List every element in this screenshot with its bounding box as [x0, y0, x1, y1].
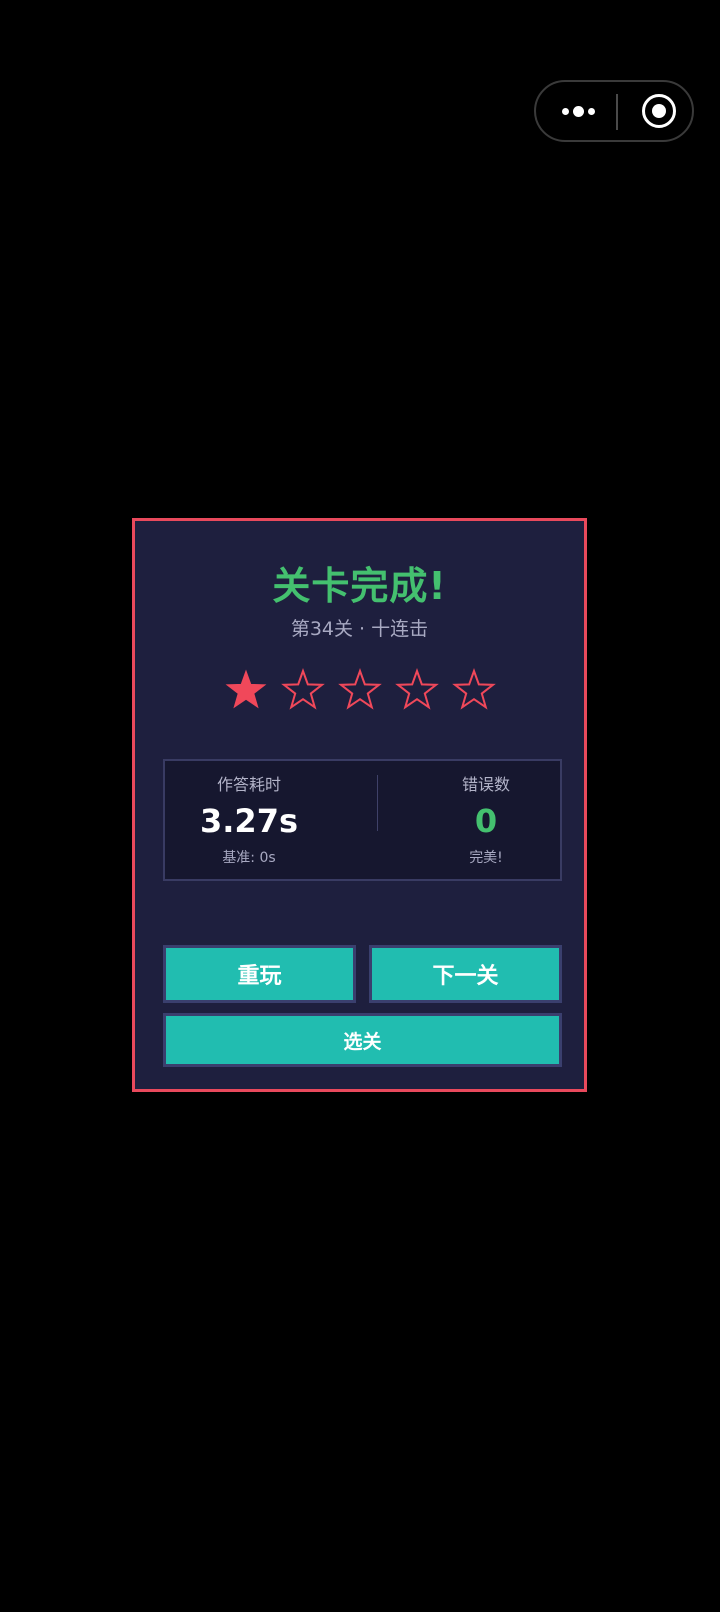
star-filled-icon — [225, 669, 266, 709]
capsule-divider — [616, 94, 618, 130]
more-dots-icon[interactable] — [558, 82, 598, 140]
errors-comment: 完美! — [469, 850, 503, 866]
time-baseline: 基准: 0s — [222, 850, 276, 866]
time-stat: 作答耗时 3.27s 基准: 0s — [169, 761, 329, 868]
errors-label: 错误数 — [461, 775, 510, 794]
errors-stat: 错误数 0 完美! — [406, 761, 566, 868]
level-subtitle: 第34关 · 十连击 — [290, 618, 429, 640]
select-level-button[interactable]: 选关 — [163, 1013, 562, 1067]
mini-program-capsule — [534, 80, 694, 142]
next-level-button[interactable]: 下一关 — [369, 945, 562, 1003]
star-empty-icon — [451, 668, 496, 710]
star-rating — [135, 668, 584, 712]
star-empty-icon — [394, 668, 439, 710]
replay-button[interactable]: 重玩 — [163, 945, 356, 1003]
stats-box: 作答耗时 3.27s 基准: 0s 错误数 0 完美! — [163, 759, 562, 881]
level-complete-title: 关卡完成! — [272, 564, 447, 608]
errors-value: 0 — [474, 802, 498, 840]
target-circle-icon[interactable] — [642, 94, 676, 128]
time-value: 3.27s — [200, 802, 298, 840]
stats-divider — [377, 775, 378, 831]
star-empty-icon — [337, 668, 382, 710]
star-empty-icon — [280, 668, 325, 710]
level-complete-panel: 关卡完成! 第34关 · 十连击 作答耗时 3.27s 基准: 0s 错误数 0… — [132, 518, 587, 1092]
time-label: 作答耗时 — [216, 775, 281, 794]
